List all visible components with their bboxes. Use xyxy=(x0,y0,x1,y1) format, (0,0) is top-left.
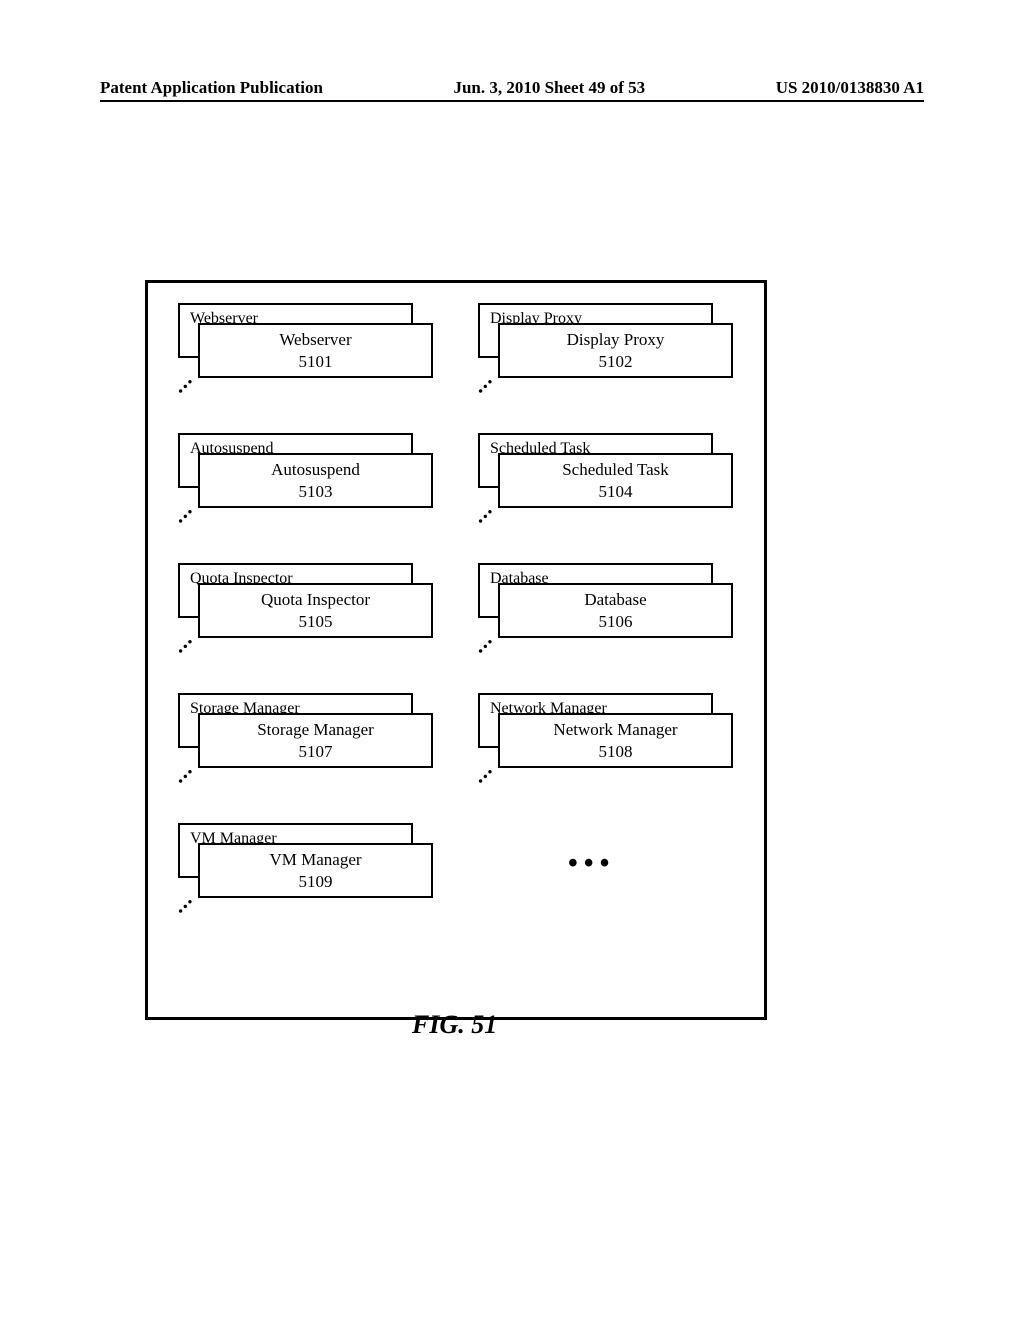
quota-inspector-box-front: Quota Inspector 5105 xyxy=(198,583,433,638)
header-right: US 2010/0138830 A1 xyxy=(776,78,924,98)
webserver-box-front: Webserver 5101 xyxy=(198,323,433,378)
webserver-num: 5101 xyxy=(299,351,333,372)
dots-icon: ••• xyxy=(477,377,494,394)
figure-label: FIG. 51 xyxy=(412,1010,497,1040)
page-header: Patent Application Publication Jun. 3, 2… xyxy=(100,78,924,98)
dots-icon: ••• xyxy=(477,767,494,784)
network-manager-num: 5108 xyxy=(599,741,633,762)
more-dots-icon: ••• xyxy=(568,848,615,880)
dots-icon: ••• xyxy=(477,637,494,654)
display-proxy-box-front: Display Proxy 5102 xyxy=(498,323,733,378)
header-rule xyxy=(100,100,924,102)
database-box-front: Database 5106 xyxy=(498,583,733,638)
dots-icon: ••• xyxy=(177,507,194,524)
storage-manager-num: 5107 xyxy=(299,741,333,762)
webserver-name: Webserver xyxy=(279,329,351,350)
scheduled-task-box-front: Scheduled Task 5104 xyxy=(498,453,733,508)
display-proxy-name: Display Proxy xyxy=(567,329,665,350)
dots-icon: ••• xyxy=(177,637,194,654)
quota-inspector-name: Quota Inspector xyxy=(261,589,370,610)
network-manager-box-front: Network Manager 5108 xyxy=(498,713,733,768)
autosuspend-box-front: Autosuspend 5103 xyxy=(198,453,433,508)
display-proxy-num: 5102 xyxy=(599,351,633,372)
autosuspend-num: 5103 xyxy=(299,481,333,502)
autosuspend-name: Autosuspend xyxy=(271,459,360,480)
storage-manager-box-front: Storage Manager 5107 xyxy=(198,713,433,768)
vm-manager-box-front: VM Manager 5109 xyxy=(198,843,433,898)
storage-manager-name: Storage Manager xyxy=(257,719,374,740)
database-num: 5106 xyxy=(599,611,633,632)
vm-manager-num: 5109 xyxy=(299,871,333,892)
dots-icon: ••• xyxy=(177,897,194,914)
header-left: Patent Application Publication xyxy=(100,78,323,98)
figure-51-container: Webserver Webserver 5101 ••• Display Pro… xyxy=(145,280,767,1020)
scheduled-task-name: Scheduled Task xyxy=(562,459,669,480)
database-name: Database xyxy=(584,589,646,610)
quota-inspector-num: 5105 xyxy=(299,611,333,632)
vm-manager-name: VM Manager xyxy=(269,849,361,870)
header-middle: Jun. 3, 2010 Sheet 49 of 53 xyxy=(453,78,645,98)
dots-icon: ••• xyxy=(177,377,194,394)
network-manager-name: Network Manager xyxy=(553,719,677,740)
dots-icon: ••• xyxy=(477,507,494,524)
scheduled-task-num: 5104 xyxy=(599,481,633,502)
dots-icon: ••• xyxy=(177,767,194,784)
